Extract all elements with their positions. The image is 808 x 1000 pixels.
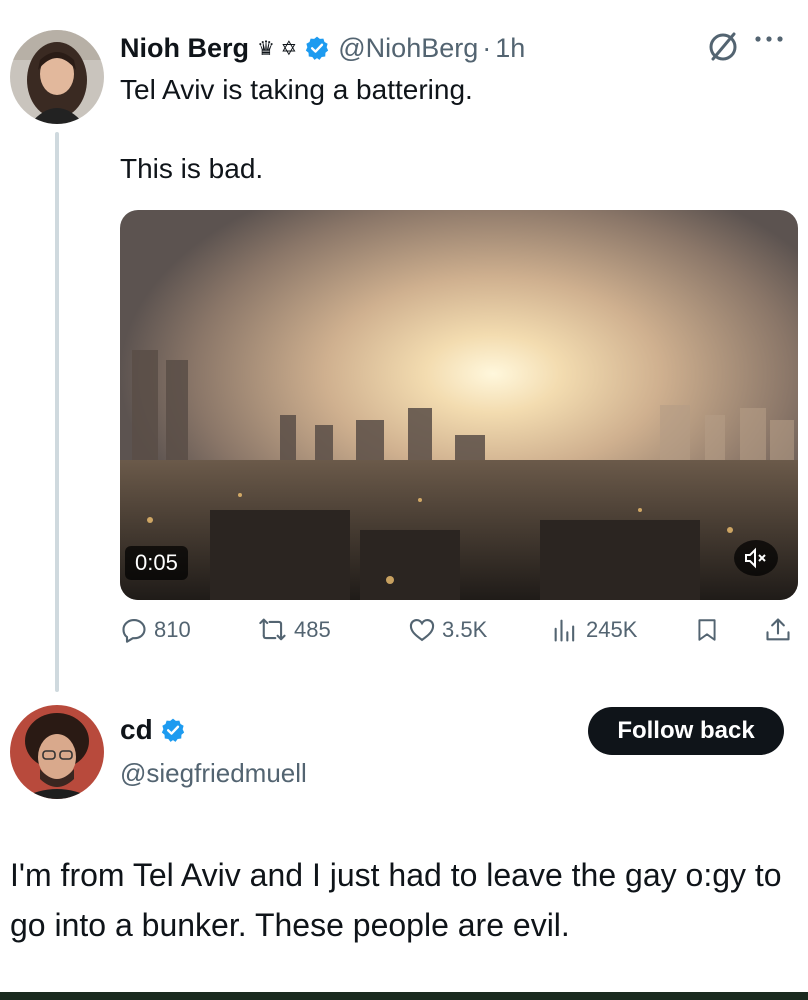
tweet-time[interactable]: 1h — [495, 33, 525, 64]
share-icon — [766, 618, 790, 641]
verified-icon — [160, 717, 186, 743]
mute-icon[interactable] — [734, 540, 778, 576]
reply-text: I'm from Tel Aviv and I just had to leav… — [10, 857, 782, 943]
share-button[interactable] — [764, 616, 792, 644]
separator: · — [482, 32, 492, 63]
video-duration: 0:05 — [125, 546, 188, 580]
tweet-text-line-2: This is bad. — [120, 153, 264, 184]
reply-button[interactable]: 810 — [120, 616, 191, 644]
view-count: 245K — [586, 617, 638, 642]
name-emojis: ♛ ✡ — [257, 37, 298, 60]
bottom-divider — [0, 992, 808, 1000]
tweet-text-line-1: Tel Aviv is taking a battering. — [120, 74, 473, 105]
reply-author-avatar[interactable] — [10, 705, 104, 799]
tweet-video[interactable] — [120, 210, 798, 600]
author-avatar[interactable] — [10, 30, 104, 124]
like-button[interactable]: 3.5K — [408, 616, 487, 644]
reply-icon — [122, 619, 146, 643]
repost-icon — [259, 618, 286, 641]
bookmark-button[interactable] — [694, 616, 720, 644]
repost-button[interactable]: 485 — [258, 616, 331, 644]
verified-icon — [304, 35, 330, 61]
no-symbol-icon — [706, 30, 740, 72]
reply-author-handle[interactable]: @siegfriedmuell — [120, 758, 307, 789]
like-count: 3.5K — [442, 617, 488, 642]
views-icon — [554, 619, 575, 642]
author-name[interactable]: Nioh Berg — [120, 33, 249, 64]
views-button[interactable]: 245K — [550, 616, 637, 644]
more-icon[interactable] — [752, 24, 788, 56]
reply-author-name-row: cd — [120, 714, 186, 746]
like-icon — [409, 619, 435, 642]
tweet-action-bar: 810 485 3.5K 245K — [120, 616, 800, 656]
tweet-header: Nioh Berg ♛ ✡ @NiohBerg · 1h — [120, 28, 525, 68]
reply-count: 810 — [154, 617, 191, 642]
author-handle[interactable]: @NiohBerg — [338, 33, 478, 64]
follow-back-button[interactable]: Follow back — [588, 707, 784, 755]
reply-author-name[interactable]: cd — [120, 714, 153, 746]
thread-connector-line — [55, 132, 59, 692]
repost-count: 485 — [294, 617, 331, 642]
bookmark-icon — [698, 619, 716, 641]
